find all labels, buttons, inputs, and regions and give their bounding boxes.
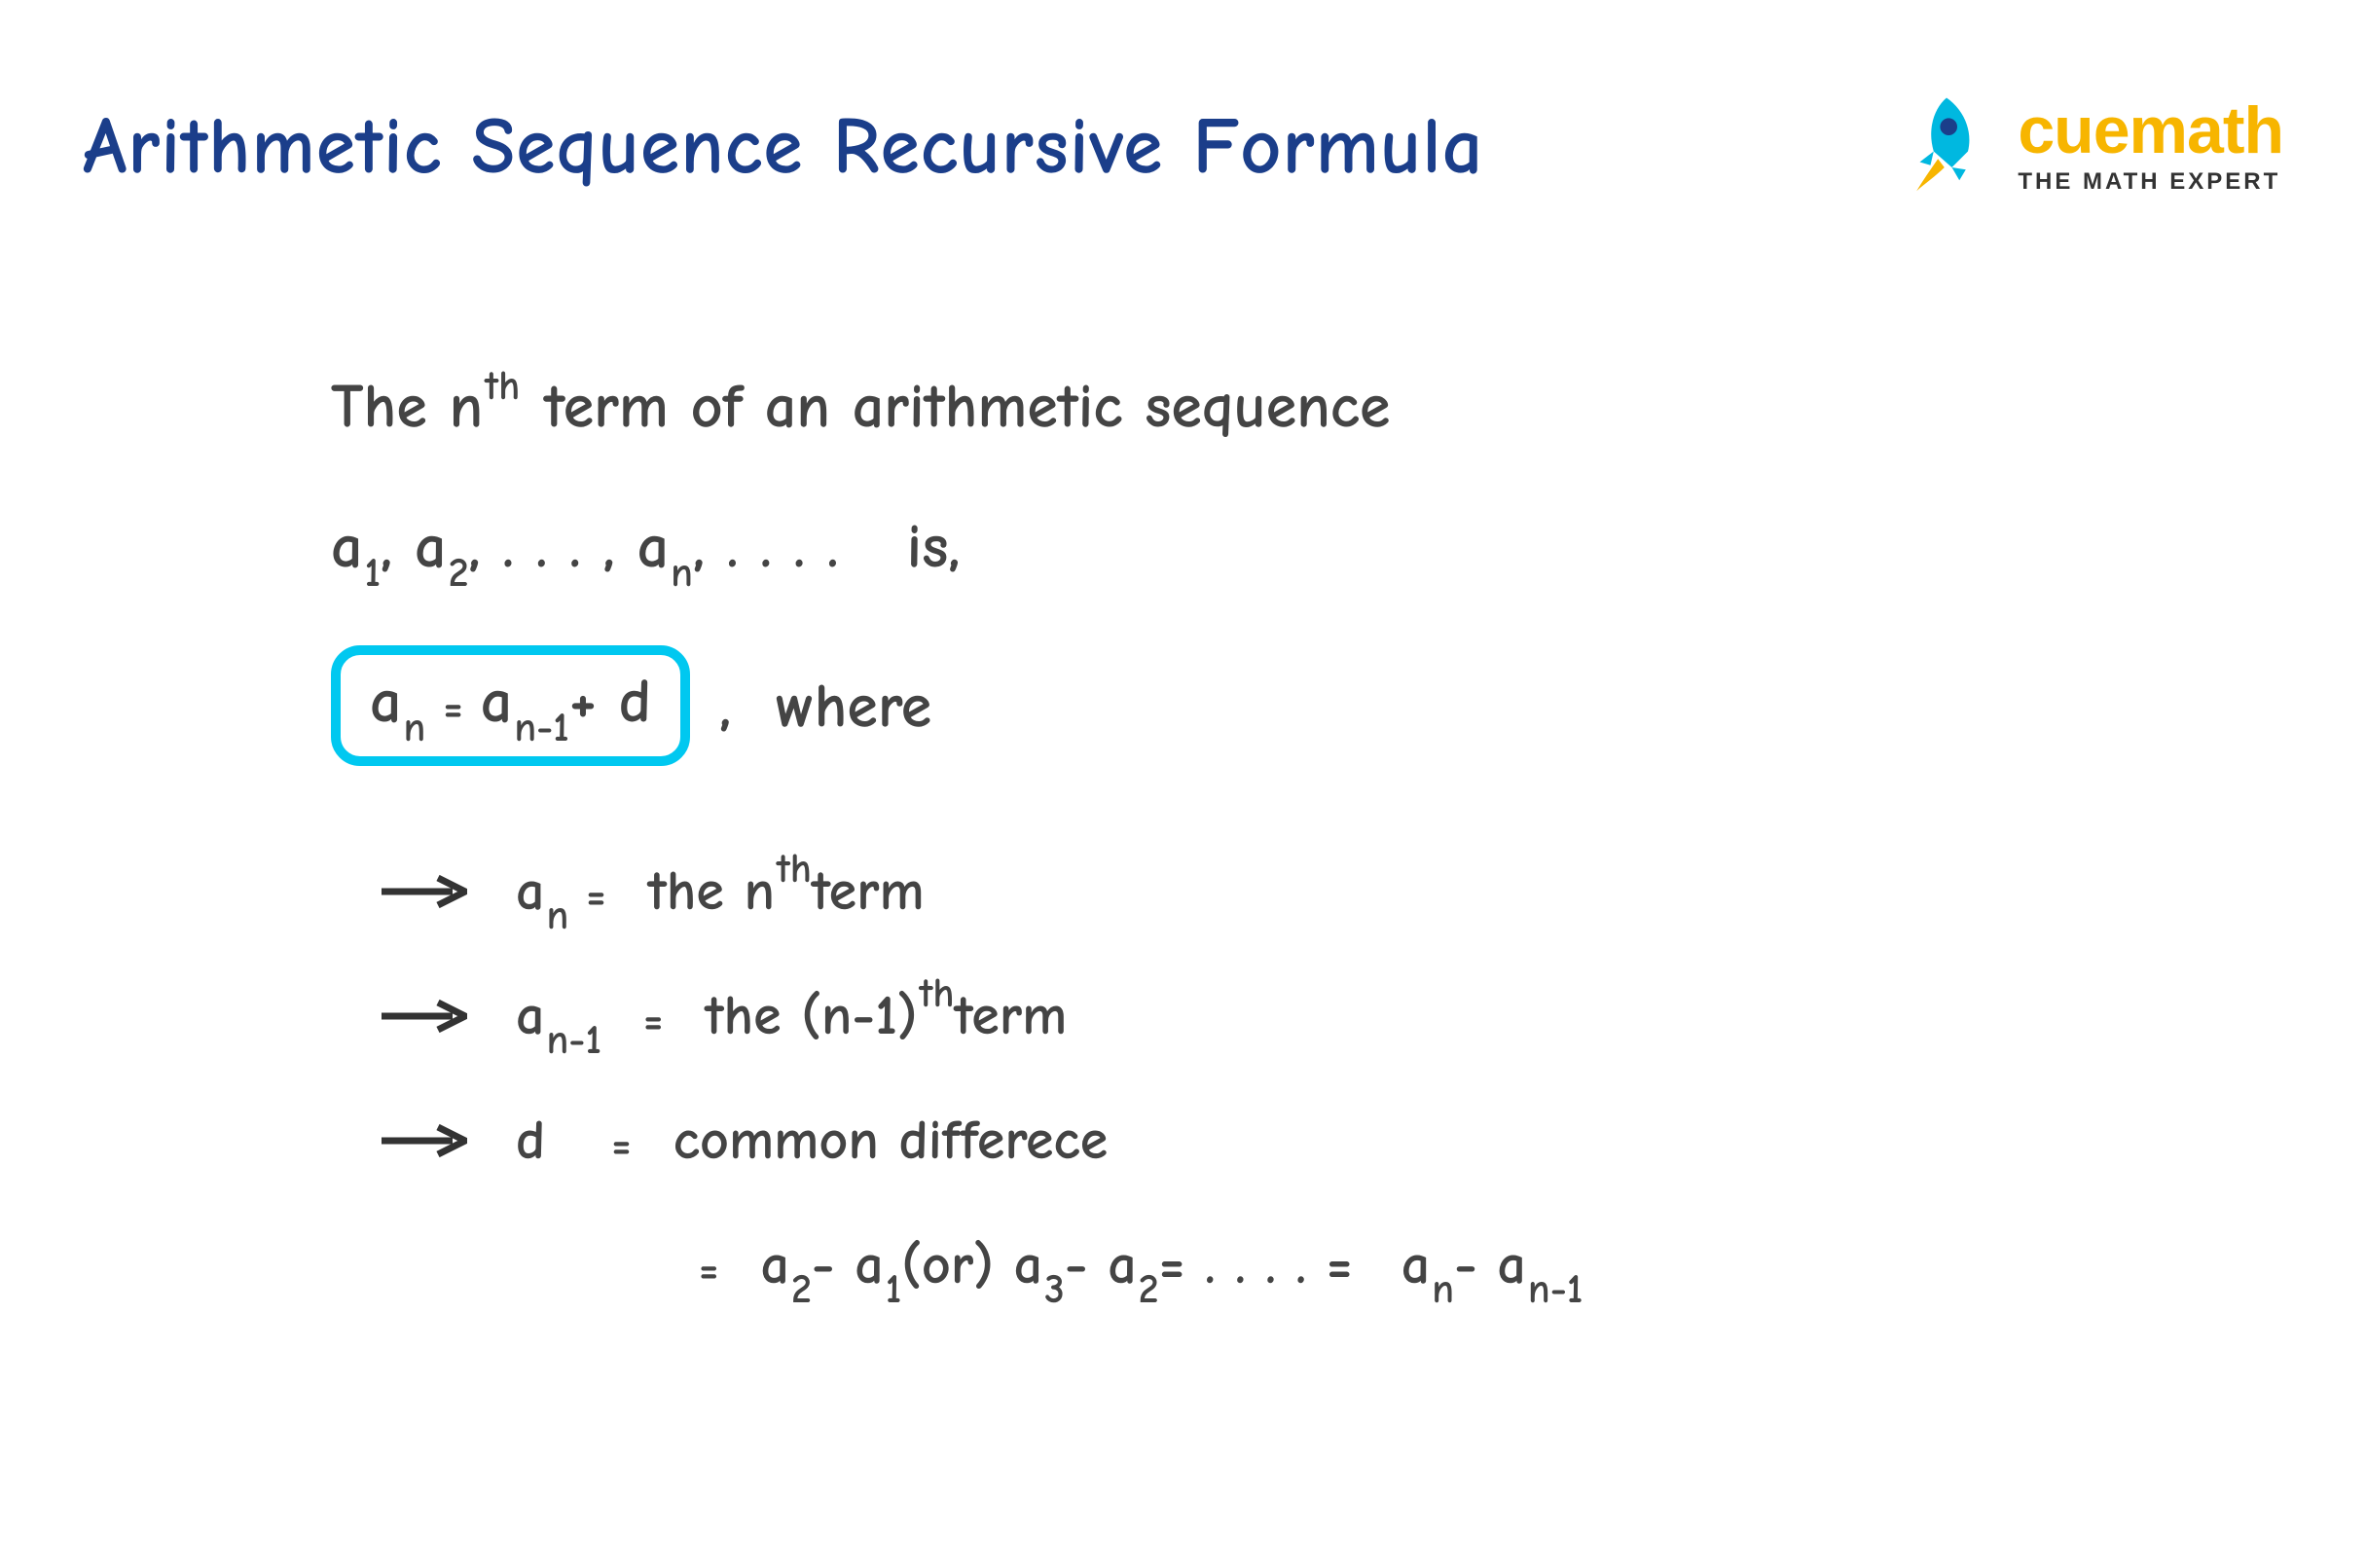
brand-name: cuemath: [2018, 97, 2283, 164]
text: + d: [569, 670, 651, 732]
text: common differece: [673, 1112, 1109, 1169]
subscript: n: [546, 895, 568, 936]
text: =: [699, 1248, 718, 1291]
text: a: [516, 988, 544, 1044]
bullet-3: d = common differece: [380, 1112, 2366, 1169]
arrow-icon: [380, 997, 467, 1036]
formula-box: an=an-1 + d: [331, 645, 690, 766]
subscript: 3: [1044, 1269, 1065, 1310]
text: the n: [648, 863, 775, 920]
arrow-icon: [380, 872, 467, 911]
text: , where: [719, 675, 931, 737]
intro-line-1: The nth term of an arithmetic sequence: [331, 375, 2366, 437]
bullet-1: an=the nth term: [380, 863, 2366, 920]
subscript: n: [671, 553, 693, 594]
sequence-line: a1 , a2 , . . . , an , . . . . is,: [331, 515, 2366, 577]
text: d: [516, 1112, 545, 1169]
brand-logo: cuemath THE MATH EXPERT: [1893, 92, 2283, 200]
text: =: [611, 1123, 631, 1166]
superscript: th: [777, 849, 812, 890]
text: - a: [812, 1237, 884, 1294]
brand-tagline: THE MATH EXPERT: [2018, 168, 2283, 196]
arrow-icon: [380, 1121, 467, 1160]
bullet-2: an-1=the (n-1)th term: [380, 988, 2366, 1044]
subscript: 1: [886, 1269, 902, 1310]
subscript: n: [1432, 1269, 1454, 1310]
page-title: Arithmetic Sequence Recursive Formula: [83, 100, 1483, 193]
text: a: [1401, 1237, 1430, 1294]
text: (or) a: [901, 1237, 1042, 1294]
text: = . . . . =: [1159, 1237, 1353, 1294]
text: - a: [1454, 1237, 1526, 1294]
text: The n: [331, 375, 483, 437]
superscript: th: [920, 973, 955, 1014]
subscript: n-1: [546, 1020, 601, 1061]
text: , a: [381, 515, 447, 577]
text: is,: [907, 515, 961, 577]
subscript: n-1: [514, 708, 569, 748]
text: =: [443, 686, 462, 729]
text: , . . . , a: [468, 515, 669, 577]
text: a: [516, 863, 544, 920]
subscript: 2: [791, 1269, 812, 1310]
text: a: [331, 515, 363, 577]
superscript: th: [485, 366, 520, 407]
text: a: [481, 670, 513, 732]
text: term of an arithmetic sequence: [544, 375, 1390, 437]
text: term: [812, 863, 925, 920]
subscript: 2: [449, 553, 469, 594]
formula-line: an=an-1 + d , where: [331, 645, 2366, 766]
text: a: [760, 1237, 788, 1294]
text: term: [955, 988, 1068, 1044]
subscript: 1: [365, 553, 382, 594]
subscript: n: [404, 708, 426, 748]
bullet-3-continuation: =a2 - a1 (or) a3 - a2 = . . . . =an - an…: [380, 1237, 2366, 1294]
subscript: 2: [1139, 1269, 1159, 1310]
rocket-icon: [1893, 92, 2000, 200]
text: the (n-1): [705, 988, 917, 1044]
bullet-list: an=the nth term an-1=the (n-1)th term d=…: [331, 863, 2366, 1294]
text: a: [370, 670, 402, 732]
text: =: [586, 874, 605, 917]
text: - a: [1065, 1237, 1137, 1294]
text: , . . . .: [693, 515, 839, 577]
subscript: n-1: [1528, 1269, 1583, 1310]
text: =: [643, 999, 663, 1041]
content-area: The nth term of an arithmetic sequence a…: [0, 200, 2366, 1294]
